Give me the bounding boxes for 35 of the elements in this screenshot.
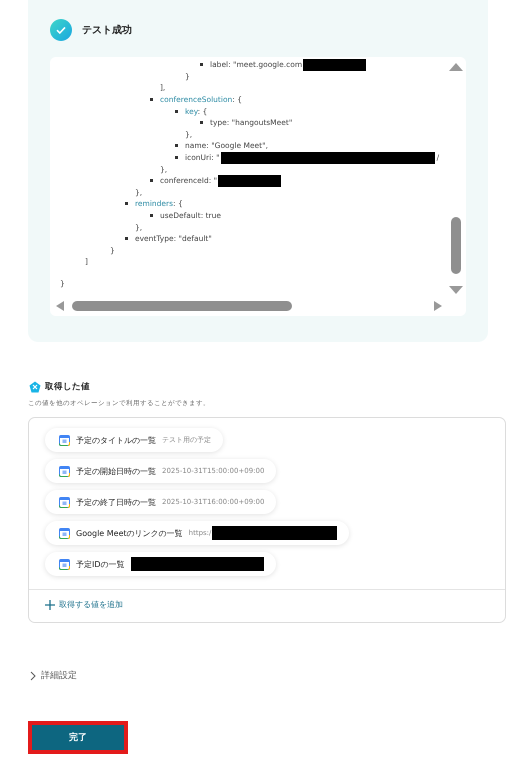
add-value-button[interactable]: 取得する値を追加 bbox=[45, 599, 123, 610]
chip-label: 予定の開始日時の一覧 bbox=[76, 466, 156, 476]
calendar-icon bbox=[59, 466, 70, 476]
scrollbar-thumb[interactable] bbox=[451, 217, 461, 274]
scroll-right-icon bbox=[432, 300, 444, 312]
submit-button[interactable]: 完了 bbox=[32, 725, 124, 750]
bullet-icon bbox=[125, 202, 128, 206]
calendar-icon bbox=[59, 528, 70, 538]
bullet-icon bbox=[200, 121, 203, 124]
bullet-icon bbox=[150, 179, 153, 182]
scrollbar-thumb[interactable] bbox=[72, 301, 292, 311]
variable-icon bbox=[29, 381, 41, 393]
chevron-icon bbox=[28, 670, 38, 680]
scroll-left-icon bbox=[54, 300, 66, 312]
bullet-icon bbox=[175, 156, 178, 160]
scroll-down-icon bbox=[448, 284, 464, 296]
chip-label: 予定IDの一覧 bbox=[76, 558, 125, 570]
bullet-icon bbox=[150, 98, 153, 102]
section-title: 取得した値 bbox=[45, 381, 90, 393]
details-toggle[interactable]: 詳細設定 bbox=[28, 669, 77, 682]
output-chip[interactable]: 予定IDの一覧 bbox=[45, 552, 276, 576]
bullet-icon bbox=[175, 144, 178, 148]
scroll-up-icon bbox=[448, 61, 464, 73]
bullet-icon bbox=[125, 237, 128, 240]
status-title: テスト成功 bbox=[82, 24, 132, 37]
chip-label: 予定の終了日時の一覧 bbox=[76, 496, 156, 508]
bullet-icon bbox=[175, 110, 178, 113]
chip-label: Google Meetのリンクの一覧 bbox=[76, 528, 183, 538]
chip-label: 予定のタイトルの一覧 bbox=[76, 434, 156, 446]
plus-icon bbox=[45, 600, 55, 610]
bullet-icon bbox=[150, 214, 153, 218]
calendar-icon bbox=[59, 558, 70, 570]
bullet-icon bbox=[200, 63, 203, 66]
calendar-icon bbox=[59, 434, 70, 446]
calendar-icon bbox=[59, 496, 70, 508]
